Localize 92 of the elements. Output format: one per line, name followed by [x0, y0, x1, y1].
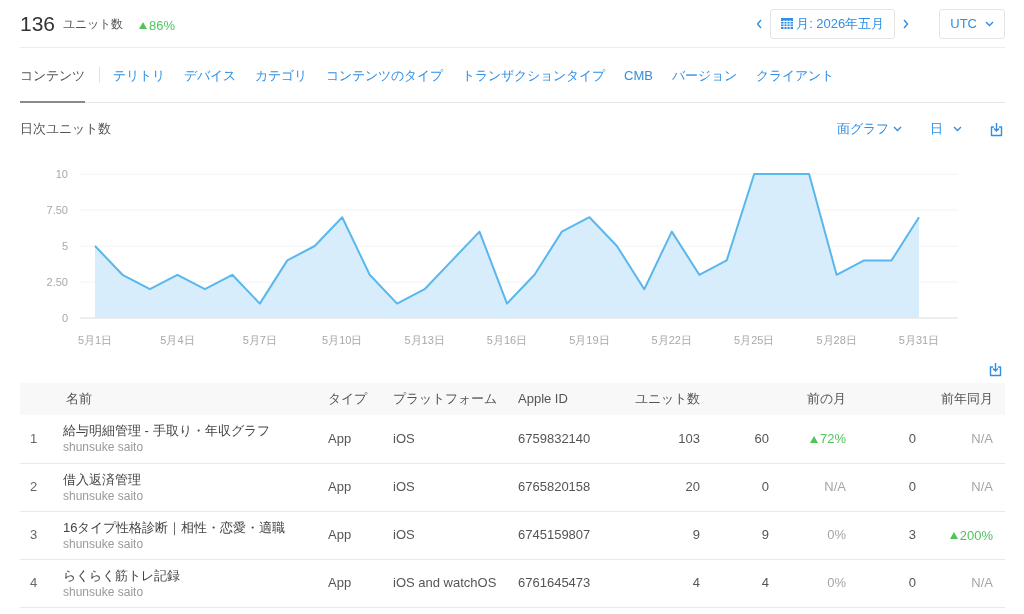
tab[interactable]: クライアント	[755, 48, 834, 103]
change-value: 200%	[959, 526, 993, 545]
table-cell: App	[320, 559, 385, 607]
table-cell: 2	[20, 463, 58, 511]
table-cell: iOS	[385, 463, 510, 511]
developer-name: shunsuke saito	[63, 487, 145, 504]
axis-label: 5月7日	[242, 334, 277, 346]
change-value: 72%	[819, 430, 846, 449]
column-header: タイプ	[320, 383, 385, 415]
chevron-down-icon	[893, 126, 902, 132]
table-cell: 4	[708, 559, 777, 607]
table-cell: App	[320, 511, 385, 559]
tab[interactable]: コンテンツのタイプ	[326, 48, 443, 103]
axis-label: 7.50	[46, 204, 68, 216]
axis-label: 5	[61, 240, 68, 252]
table-cell: 103	[610, 415, 708, 463]
table-cell: 9	[610, 511, 708, 559]
developer-name: shunsuke saito	[63, 439, 145, 456]
app-name: らくらく筋トレ記録	[63, 566, 181, 584]
axis-label: 5月10日	[322, 334, 363, 346]
axis-label: 5月13日	[404, 334, 445, 346]
tab[interactable]: CMB	[624, 48, 653, 103]
chevron-down-icon	[985, 20, 994, 27]
table-cell: 4	[610, 559, 708, 607]
app-name: 16タイプ性格診断｜相性・恋愛・適職	[63, 518, 287, 536]
unit-total: 136	[20, 13, 56, 34]
table-cell: 0	[854, 559, 924, 607]
axis-label: 5月25日	[734, 334, 775, 346]
change-value: 0%	[827, 574, 846, 593]
app-name: 借入返済管理	[63, 470, 142, 488]
table-cell: iOS and watchOS	[385, 559, 510, 607]
table-cell: iOS	[385, 415, 510, 463]
table-cell: 6765820158	[510, 463, 610, 511]
tab[interactable]: デバイス	[184, 48, 236, 103]
axis-label: 5月1日	[77, 334, 113, 346]
table-cell: 6761645473	[510, 559, 610, 607]
chart-title: 日次ユニット数	[20, 120, 111, 139]
table-cell: 0	[708, 463, 777, 511]
axis-label: 5月19日	[569, 334, 610, 346]
developer-name: shunsuke saito	[63, 583, 145, 600]
column-header: プラットフォーム	[385, 383, 510, 415]
interval-dropdown[interactable]: 日	[930, 119, 962, 139]
change-value: N/A	[971, 574, 993, 593]
table-cell: 3	[854, 511, 924, 559]
table-cell: 1	[20, 415, 58, 463]
table-cell: 6745159807	[510, 511, 610, 559]
tab[interactable]: カテゴリ	[255, 48, 307, 103]
table-cell: 6759832140	[510, 415, 610, 463]
chevron-down-icon	[953, 126, 962, 132]
download-icon[interactable]	[989, 361, 1002, 377]
column-header: Apple ID	[510, 383, 610, 415]
tab[interactable]: テリトリ	[113, 48, 165, 103]
column-header: ユニット数	[610, 383, 708, 415]
table-cell: 0	[854, 463, 924, 511]
column-header: 名前	[58, 383, 320, 415]
table-cell: 9	[708, 511, 777, 559]
calendar-icon	[780, 17, 793, 29]
table-cell: 3	[20, 511, 58, 559]
tab[interactable]: トランザクションタイプ	[462, 48, 605, 103]
axis-label: 5月28日	[816, 334, 857, 346]
chevron-right-icon[interactable]	[903, 18, 910, 29]
axis-label: 5月4日	[160, 334, 195, 346]
unit-label: ユニット数	[63, 15, 124, 33]
chevron-left-icon[interactable]	[755, 18, 762, 29]
change-value: N/A	[971, 478, 993, 497]
column-header: 前の月	[708, 383, 854, 415]
table-cell: App	[320, 415, 385, 463]
table-cell: 20	[610, 463, 708, 511]
axis-label: 0	[61, 312, 68, 324]
axis-label: 5月31日	[898, 334, 940, 346]
table-cell: iOS	[385, 511, 510, 559]
developer-name: shunsuke saito	[63, 535, 145, 552]
change-value: 86%	[149, 16, 176, 35]
axis-label: 10	[55, 168, 68, 180]
app-name: 給与明細管理 - 手取り・年収グラフ	[63, 422, 271, 440]
tab[interactable]: バージョン	[671, 48, 737, 103]
change-value: N/A	[971, 430, 993, 448]
table-cell: App	[320, 463, 385, 511]
period-button[interactable]: 月: 2026年五月	[769, 8, 896, 39]
axis-label: 5月22日	[651, 334, 692, 346]
axis-label: 2.50	[46, 276, 68, 288]
timezone-dropdown[interactable]: UTC	[939, 8, 1005, 39]
change-value: N/A	[824, 478, 846, 497]
chart-type-dropdown[interactable]: 面グラフ	[837, 119, 902, 139]
table-cell: 0	[854, 415, 924, 463]
table-cell: 60	[708, 415, 777, 463]
table-cell: 4	[20, 559, 58, 607]
axis-label: 5月16日	[486, 334, 528, 346]
column-header: 前年同月	[854, 383, 1005, 415]
download-icon[interactable]	[990, 121, 1003, 137]
tab[interactable]: コンテンツ	[20, 48, 85, 103]
change-value: 0%	[827, 526, 846, 545]
